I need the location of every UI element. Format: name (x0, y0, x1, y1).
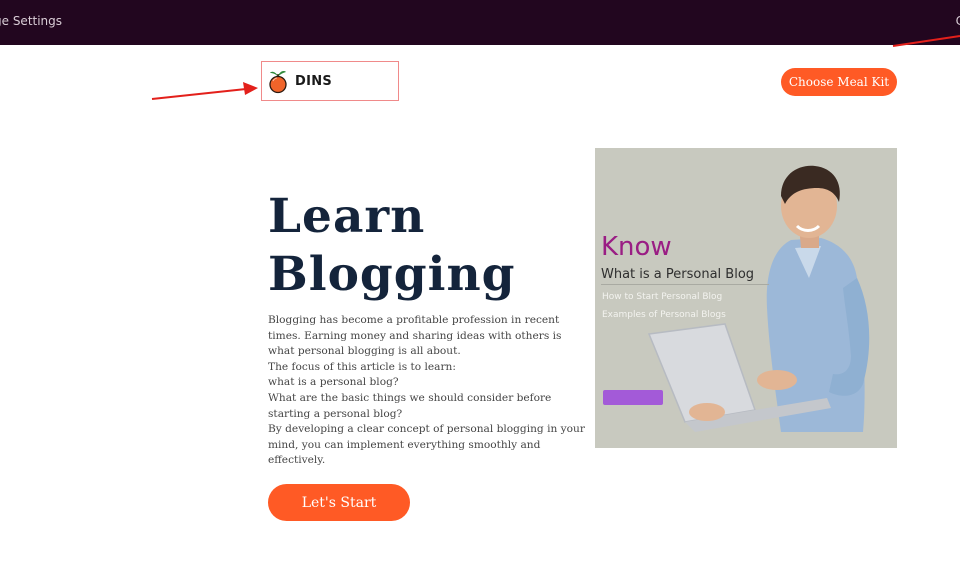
image-subheading: What is a Personal Blog (601, 267, 755, 282)
description-line: By developing a clear concept of persona… (268, 423, 585, 436)
hero-description: Blogging has become a profitable profess… (268, 313, 585, 469)
image-button-shape (603, 390, 663, 405)
image-heading: Know (601, 232, 672, 262)
description-line: effectively. (268, 454, 326, 467)
description-line: what is a personal blog? (268, 376, 399, 389)
site-logo[interactable]: DINS (261, 61, 399, 101)
lets-start-button[interactable]: Let's Start (268, 484, 410, 521)
hero-image: Know What is a Personal Blog How to Star… (595, 148, 897, 448)
description-line: starting a personal blog? (268, 407, 403, 420)
description-line: times. Earning money and sharing ideas w… (268, 329, 562, 342)
hero-title-line: Learn (268, 189, 426, 244)
description-line: Blogging has become a profitable profess… (268, 314, 560, 326)
hero-title: Learn Blogging (268, 188, 568, 304)
toolbar-right-item[interactable]: C (956, 14, 960, 28)
image-text-line: How to Start Personal Blog (602, 292, 723, 302)
description-line: The focus of this article is to learn: (268, 360, 456, 373)
description-line: What are the basic things we should cons… (268, 391, 552, 404)
choose-meal-kit-button[interactable]: Choose Meal Kit (781, 68, 897, 96)
image-text-line: Examples of Personal Blogs (602, 310, 726, 320)
logo-text: DINS (295, 73, 333, 89)
hero-title-line: Blogging (268, 247, 516, 302)
description-line: mind, you can implement everything smoot… (268, 438, 541, 451)
page-settings-link[interactable]: ge Settings (0, 14, 62, 28)
admin-toolbar: ge Settings C (0, 0, 960, 45)
image-divider (601, 284, 769, 285)
fruit-icon (267, 68, 289, 94)
red-arrow-icon (151, 82, 258, 100)
description-line: what personal blogging is all about. (268, 345, 461, 358)
